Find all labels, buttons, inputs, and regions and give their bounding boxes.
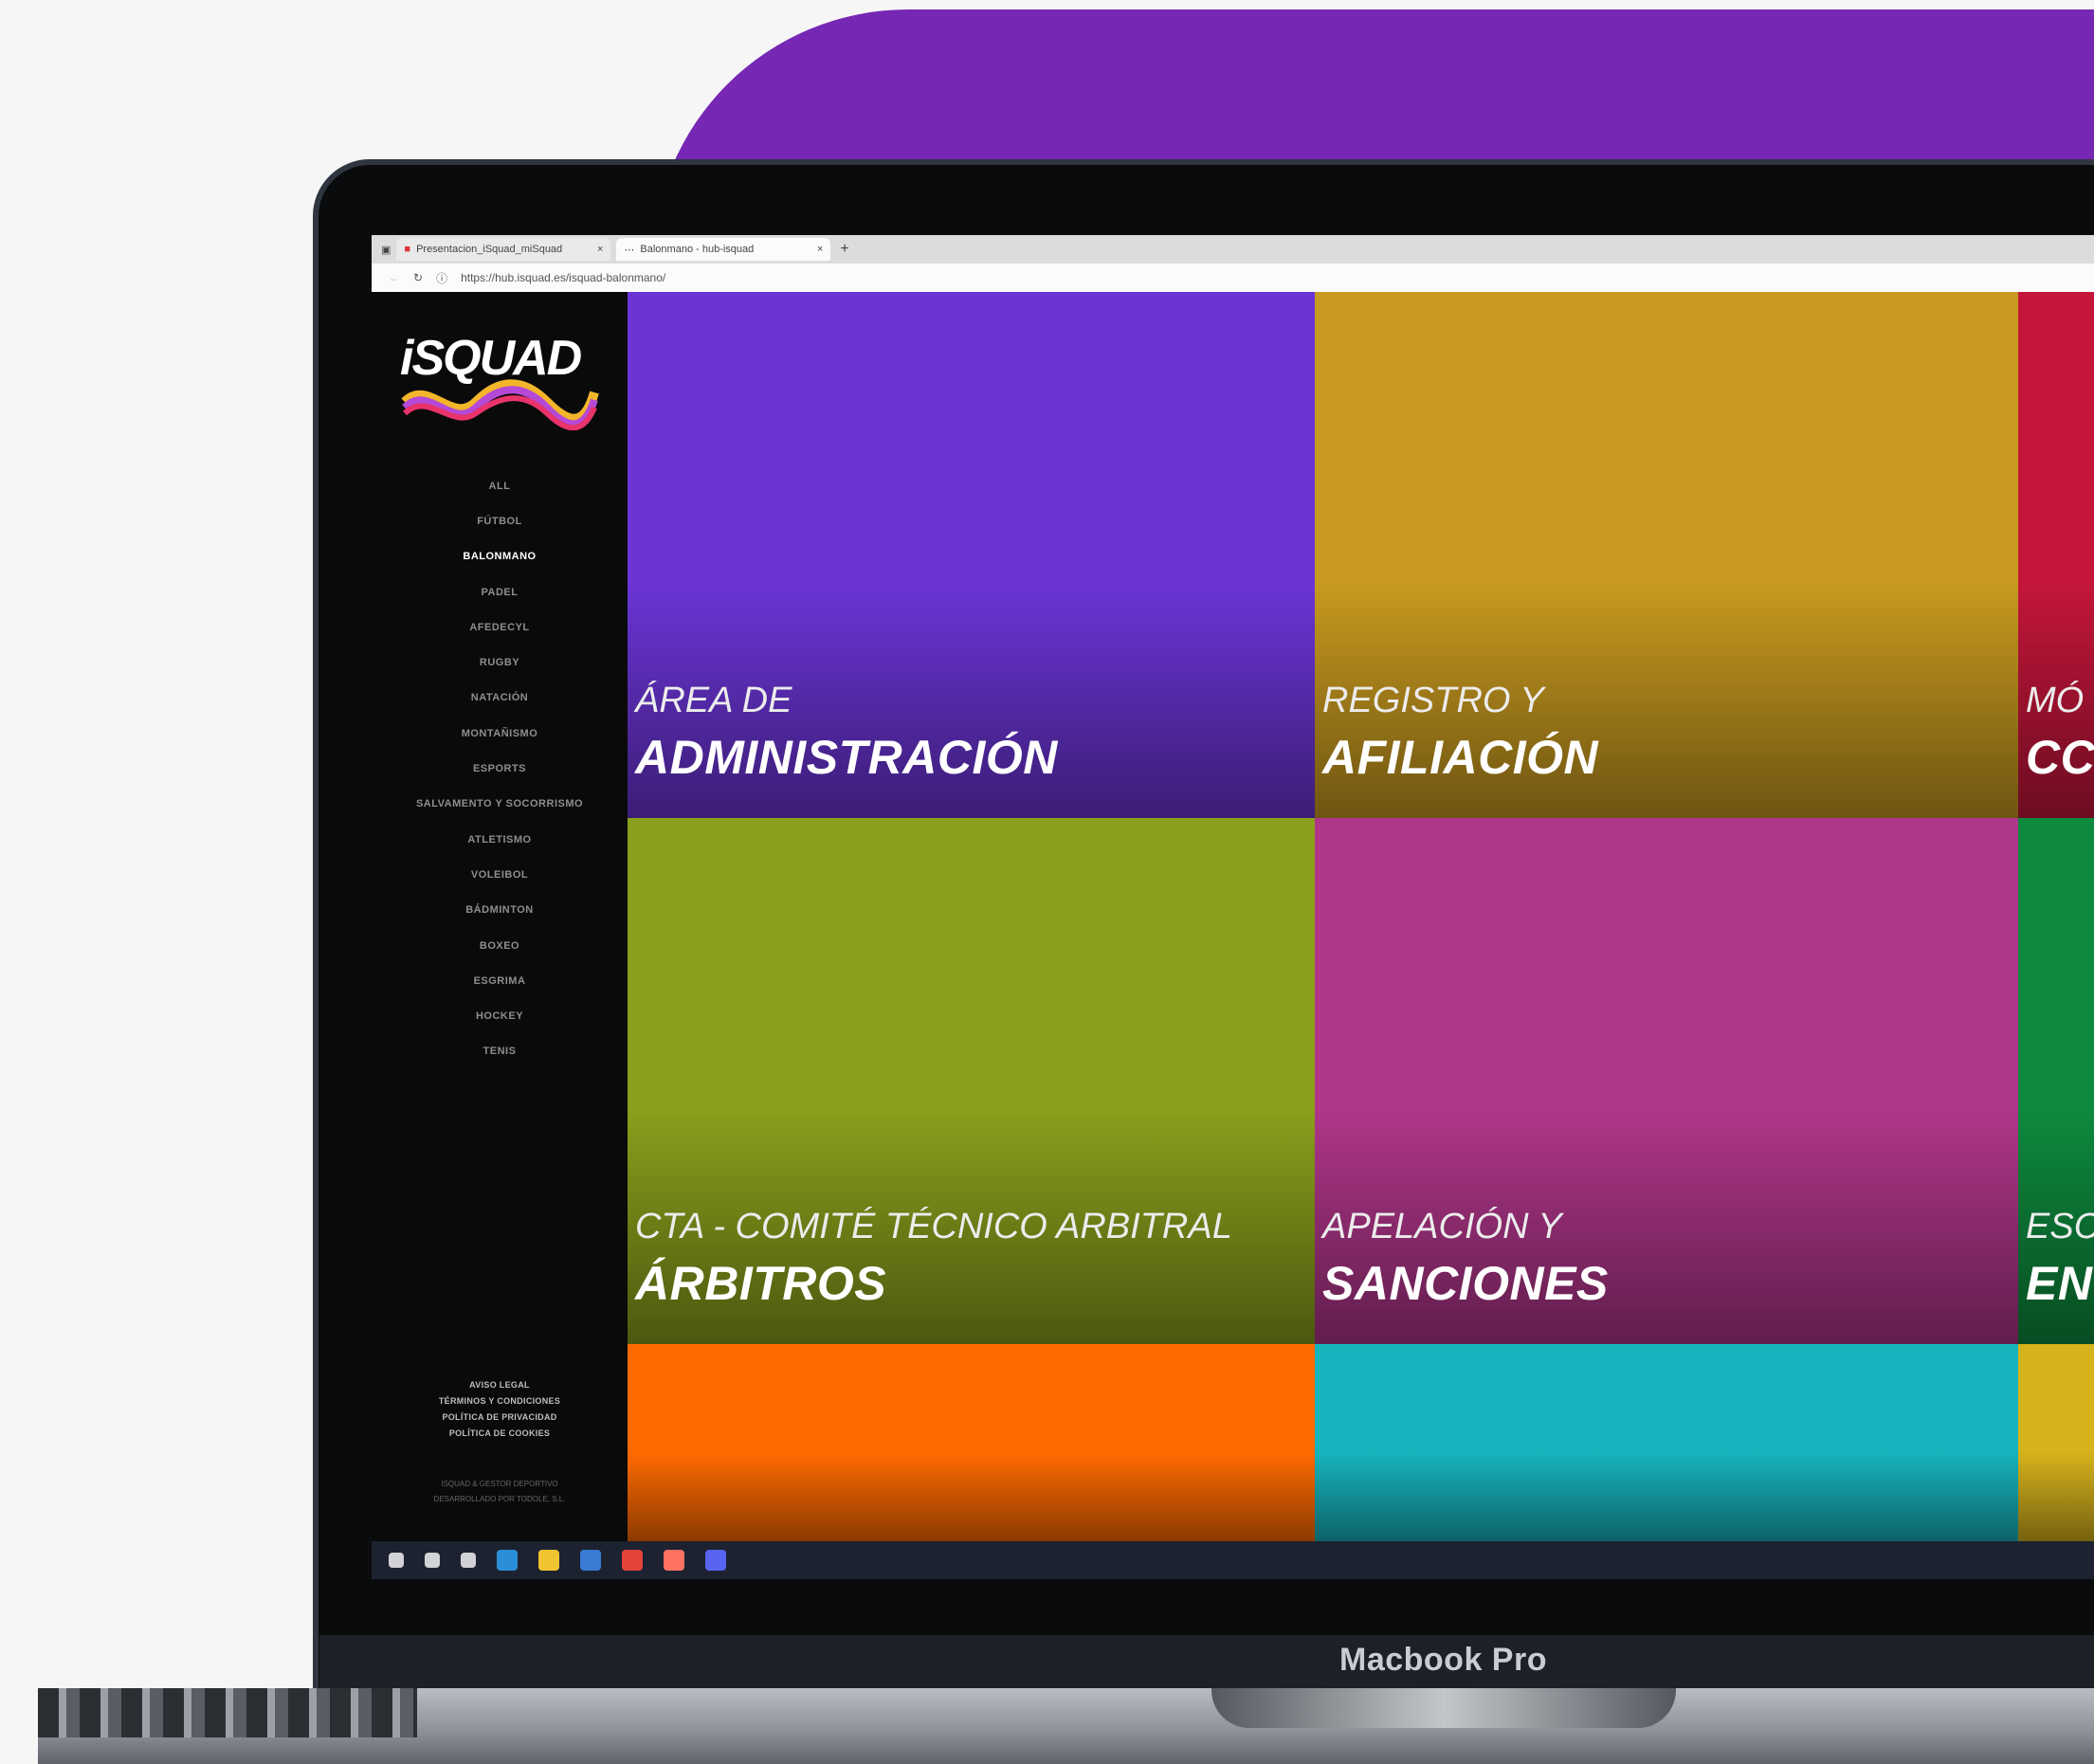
nav-item-montañismo[interactable]: MONTAÑISMO (372, 716, 628, 751)
nav-item-tenis[interactable]: TENIS (372, 1034, 628, 1069)
laptop-bezel-bottom (319, 1635, 2094, 1688)
tile-shade (1315, 1452, 2018, 1541)
nav-item-voleibol[interactable]: VOLEIBOL (372, 857, 628, 892)
laptop-base-edge (38, 1688, 417, 1737)
service-tile[interactable]: ÁREA DE ADMINISTRACIÓN (628, 292, 1315, 818)
tile-subtitle: MÓ (2026, 681, 2085, 720)
logo-wave-icon (401, 379, 599, 430)
service-tile[interactable]: REGISTRO Y AFILIACIÓN (1315, 292, 2018, 818)
service-tile[interactable]: ESC EN (2018, 818, 2094, 1344)
tile-subtitle: CTA - COMITÉ TÉCNICO ARBITRAL (635, 1207, 1232, 1246)
tab-label: Presentacion_iSquad_miSquad (416, 244, 563, 255)
close-tab-icon[interactable]: × (597, 244, 603, 255)
info-icon: ⓘ (436, 271, 448, 285)
nav-item-esports[interactable]: ESPORTS (372, 751, 628, 786)
nav-item-hockey[interactable]: HOCKEY (372, 998, 628, 1033)
nav-item-boxeo[interactable]: BOXEO (372, 928, 628, 963)
tile-title: EN (2026, 1257, 2093, 1310)
browser-tab-bar: ▣ ■ Presentacion_iSquad_miSquad × ⋯ Balo… (372, 235, 2094, 264)
window-menu-icon[interactable]: ▣ (381, 244, 391, 256)
pdf-icon: ■ (404, 244, 411, 255)
credit-line: DESARROLLADO POR TODOLE, S.L. (433, 1495, 566, 1503)
figma-icon[interactable] (664, 1550, 684, 1571)
reload-icon[interactable]: ↻ (413, 271, 423, 284)
legal-links: AVISO LEGAL TÉRMINOS Y CONDICIONES POLÍTIC… (372, 1377, 628, 1442)
new-tab-button[interactable]: + (840, 241, 848, 258)
tile-shade (628, 1452, 1315, 1541)
chrome-icon[interactable] (622, 1550, 643, 1571)
legal-link[interactable]: POLÍTICA DE COOKIES (372, 1426, 628, 1442)
service-tile[interactable]: APELACIÓN Y SANCIONES (1315, 818, 2018, 1344)
search-icon[interactable] (425, 1553, 440, 1568)
credit-line: ISQUAD & GESTOR DEPORTIVO (441, 1480, 558, 1488)
task-view-icon[interactable] (461, 1553, 476, 1568)
tile-subtitle: REGISTRO Y (1322, 681, 1544, 720)
isquad-logo[interactable]: iSQUAD (400, 330, 599, 434)
mail-icon[interactable] (580, 1550, 601, 1571)
tile-title: ADMINISTRACIÓN (635, 731, 1058, 784)
browser-tab-presentation[interactable]: ■ Presentacion_iSquad_miSquad × (396, 238, 611, 261)
nav-item-padel[interactable]: PADEL (372, 574, 628, 609)
edge-icon[interactable] (497, 1550, 518, 1571)
legal-link[interactable]: POLÍTICA DE PRIVACIDAD (372, 1409, 628, 1426)
service-tile[interactable]: CTA - COMITÉ TÉCNICO ARBITRAL ÁRBITROS (628, 818, 1315, 1344)
url-field[interactable]: https://hub.isquad.es/isquad-balonmano/ (461, 271, 665, 284)
laptop-screen: ▣ ■ Presentacion_iSquad_miSquad × ⋯ Balo… (372, 235, 2094, 1579)
service-tiles: ÁREA DE ADMINISTRACIÓN REGISTRO Y AFILIACIÓ… (628, 292, 2094, 1541)
tile-title: AFILIACIÓN (1322, 731, 1599, 784)
service-tile[interactable] (2018, 1344, 2094, 1541)
tab-label: Balonmano - hub-isquad (640, 244, 755, 255)
nav-item-natación[interactable]: NATACIÓN (372, 681, 628, 716)
nav-item-esgrima[interactable]: ESGRIMA (372, 963, 628, 998)
nav-item-salvamento-y-socorrismo[interactable]: SALVAMENTO Y SOCORRISMO (372, 787, 628, 822)
browser-tab-balonmano[interactable]: ⋯ Balonmano - hub-isquad × (616, 238, 831, 261)
tile-title: ÁRBITROS (635, 1257, 887, 1310)
tile-shade (2018, 1452, 2094, 1541)
nav-item-fútbol[interactable]: FÚTBOL (372, 503, 628, 538)
nav-item-afedecyl[interactable]: AFEDECYL (372, 609, 628, 645)
site-icon: ⋯ (624, 244, 635, 256)
site-sidebar: iSQUAD ALL FÚTBOL BALONMANO PADEL AFEDECYL RU… (372, 292, 628, 1541)
file-explorer-icon[interactable] (538, 1550, 559, 1571)
windows-start-icon[interactable] (389, 1553, 404, 1568)
legal-link[interactable]: AVISO LEGAL (372, 1377, 628, 1393)
service-tile[interactable] (1315, 1344, 2018, 1541)
laptop-notch (1211, 1688, 1676, 1728)
tile-subtitle: ÁREA DE (635, 681, 792, 720)
back-icon[interactable]: ← (389, 271, 400, 284)
sport-nav: ALL FÚTBOL BALONMANO PADEL AFEDECYL RUGBY NATA… (372, 468, 628, 1069)
legal-link[interactable]: TÉRMINOS Y CONDICIONES (372, 1393, 628, 1409)
service-tile[interactable]: MÓ CC (2018, 292, 2094, 818)
tile-subtitle: APELACIÓN Y (1322, 1207, 1562, 1246)
tile-title: SANCIONES (1322, 1257, 1609, 1310)
windows-taskbar (372, 1541, 2094, 1579)
close-tab-icon[interactable]: × (817, 244, 823, 255)
nav-item-bádminton[interactable]: BÁDMINTON (372, 893, 628, 928)
nav-item-all[interactable]: ALL (372, 468, 628, 503)
tile-subtitle: ESC (2026, 1207, 2094, 1246)
site-credits: ISQUAD & GESTOR DEPORTIVO DESARROLLADO PO… (372, 1477, 628, 1507)
device-label: Macbook Pro (1339, 1642, 1547, 1678)
nav-item-rugby[interactable]: RUGBY (372, 645, 628, 680)
nav-item-atletismo[interactable]: ATLETISMO (372, 822, 628, 857)
tile-title: CC (2026, 731, 2094, 784)
browser-address-bar: ← ↻ ⓘ https://hub.isquad.es/isquad-balon… (372, 264, 2094, 292)
service-tile[interactable] (628, 1344, 1315, 1541)
discord-icon[interactable] (705, 1550, 726, 1571)
nav-item-balonmano[interactable]: BALONMANO (372, 539, 628, 574)
